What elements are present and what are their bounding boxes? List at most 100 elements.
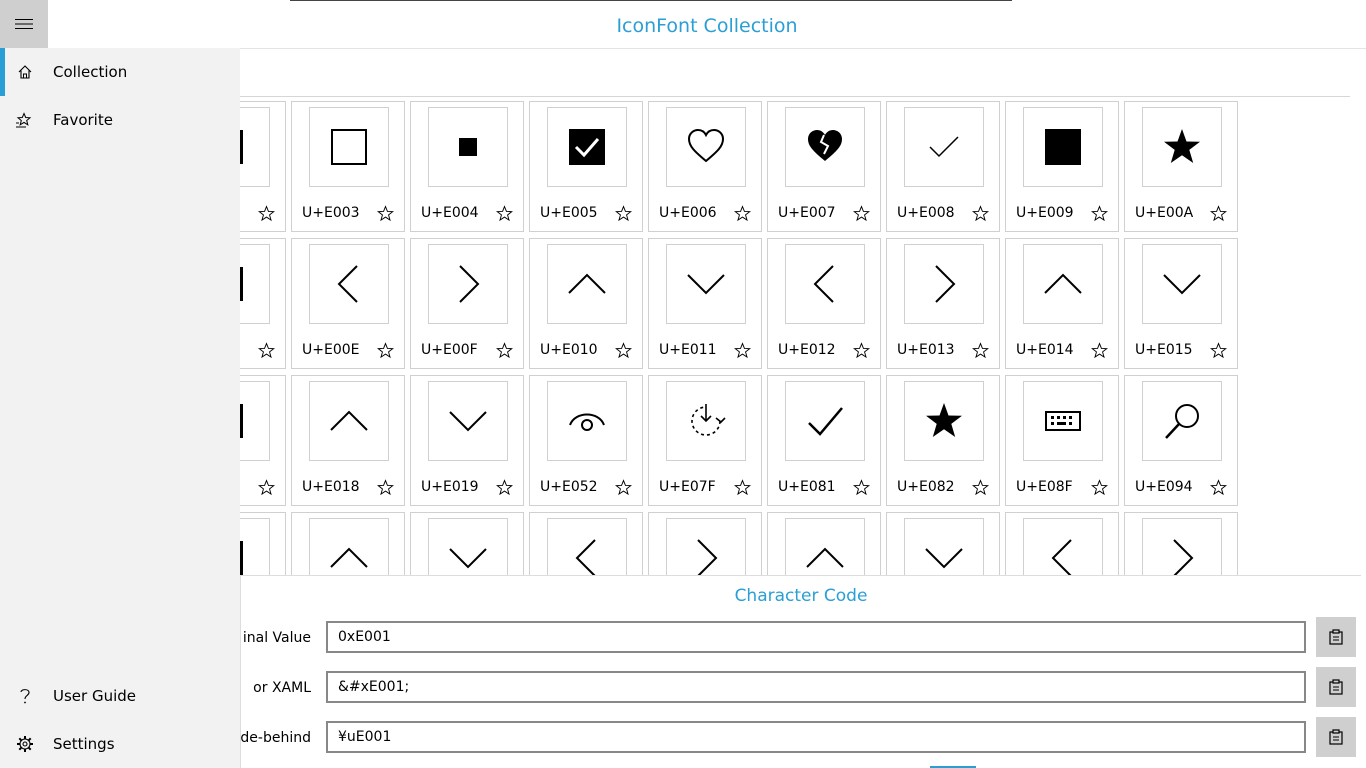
- favorite-star-icon[interactable]: [374, 202, 396, 224]
- favorite-star-icon[interactable]: [969, 476, 991, 498]
- glyph-preview: [547, 107, 627, 187]
- favorite-star-icon[interactable]: [493, 339, 515, 361]
- favorite-star-icon[interactable]: [374, 339, 396, 361]
- icon-tile[interactable]: U+E009: [1005, 101, 1119, 232]
- icon-tile[interactable]: U+E011: [648, 238, 762, 369]
- favorite-star-icon[interactable]: [255, 476, 277, 498]
- original-value-field[interactable]: 0xE001: [326, 621, 1306, 653]
- hamburger-button[interactable]: [0, 0, 48, 48]
- char-code-label: U+E007: [778, 205, 836, 221]
- icon-tile[interactable]: U+E003: [291, 101, 405, 232]
- char-code-label: U+E015: [1135, 342, 1193, 358]
- glyph-preview: [904, 381, 984, 461]
- nav-item-settings[interactable]: Settings: [0, 720, 240, 768]
- icon-tile[interactable]: U+E082: [886, 375, 1000, 506]
- icon-tile[interactable]: U+E014: [1005, 238, 1119, 369]
- copy-code-behind-button[interactable]: [1316, 717, 1356, 757]
- char-code-label: U+E018: [302, 479, 360, 495]
- icon-tile[interactable]: U+E012: [767, 238, 881, 369]
- favorite-star-icon[interactable]: [612, 339, 634, 361]
- icon-tile[interactable]: U+E006: [648, 101, 762, 232]
- nav-item-favorite[interactable]: Favorite: [0, 96, 240, 144]
- icon-tile[interactable]: U+E019: [410, 375, 524, 506]
- favorite-star-icon[interactable]: [850, 476, 872, 498]
- favorite-star-icon[interactable]: [850, 339, 872, 361]
- char-code-label: U+E082: [897, 479, 955, 495]
- icon-tile[interactable]: U+E081: [767, 375, 881, 506]
- chevron-up-icon: [330, 410, 368, 431]
- favorite-star-icon[interactable]: [612, 202, 634, 224]
- favorite-star-icon[interactable]: [1088, 202, 1110, 224]
- chevron-right-icon: [1173, 539, 1194, 577]
- glyph-preview: [428, 381, 508, 461]
- chevron-down-icon: [449, 548, 487, 569]
- char-code-label: U+E08F: [1016, 479, 1073, 495]
- favorite-star-icon[interactable]: [850, 202, 872, 224]
- char-code-label: U+E005: [540, 205, 598, 221]
- favorite-star-icon[interactable]: [731, 202, 753, 224]
- nav-item-collection[interactable]: Collection: [0, 48, 240, 96]
- glyph-preview: [785, 244, 865, 324]
- icon-tile[interactable]: U+E008: [886, 101, 1000, 232]
- icon-tile[interactable]: U+E052: [529, 375, 643, 506]
- icon-tile[interactable]: U+E00A: [1124, 101, 1238, 232]
- favorite-star-icon[interactable]: [374, 476, 396, 498]
- icon-tile[interactable]: [240, 101, 286, 232]
- chevron-left-icon: [813, 265, 834, 303]
- favorite-star-icon[interactable]: [731, 339, 753, 361]
- icon-tile[interactable]: U+E08F: [1005, 375, 1119, 506]
- icon-tile[interactable]: U+E07F: [648, 375, 762, 506]
- small-square-icon: [459, 138, 477, 156]
- favorite-star-icon[interactable]: [969, 202, 991, 224]
- glyph-preview: [428, 107, 508, 187]
- icon-tile[interactable]: U+E010: [529, 238, 643, 369]
- char-code-label: U+E008: [897, 205, 955, 221]
- icon-tile[interactable]: [240, 375, 286, 506]
- favorite-star-icon[interactable]: [1088, 476, 1110, 498]
- xaml-field[interactable]: &#xE001;: [326, 671, 1306, 703]
- favorite-star-icon[interactable]: [731, 476, 753, 498]
- icon-tile[interactable]: U+E007: [767, 101, 881, 232]
- char-code-label: U+E07F: [659, 479, 716, 495]
- icon-tile[interactable]: U+E015: [1124, 238, 1238, 369]
- icon-tile[interactable]: U+E094: [1124, 375, 1238, 506]
- char-code-label: U+E009: [1016, 205, 1074, 221]
- icon-tile[interactable]: U+E005: [529, 101, 643, 232]
- glyph-preview: [547, 381, 627, 461]
- question-icon: [15, 686, 35, 706]
- content-divider: [240, 96, 1350, 97]
- icon-tile[interactable]: U+E013: [886, 238, 1000, 369]
- favorite-star-icon[interactable]: [969, 339, 991, 361]
- clipboard-icon: [1329, 629, 1343, 645]
- glyph-preview: [240, 244, 270, 324]
- chevron-down-icon: [449, 411, 487, 432]
- clipboard-icon: [1329, 679, 1343, 695]
- favorite-star-icon[interactable]: [493, 202, 515, 224]
- code-behind-field[interactable]: ¥uE001: [326, 721, 1306, 753]
- char-code-label: U+E019: [421, 479, 479, 495]
- nav-item-label: User Guide: [53, 687, 137, 705]
- favorite-star-icon[interactable]: [255, 202, 277, 224]
- char-code-label: U+E00A: [1135, 205, 1194, 221]
- nav-item-user-guide[interactable]: User Guide: [0, 672, 240, 720]
- icon-tile[interactable]: U+E00F: [410, 238, 524, 369]
- favorite-star-icon[interactable]: [493, 476, 515, 498]
- char-code-label: U+E004: [421, 205, 479, 221]
- partial-icon: [240, 541, 243, 575]
- favorite-star-icon[interactable]: [1207, 476, 1229, 498]
- favorite-star-icon[interactable]: [1207, 339, 1229, 361]
- favorite-star-icon[interactable]: [255, 339, 277, 361]
- copy-xaml-button[interactable]: [1316, 667, 1356, 707]
- icon-tile[interactable]: U+E004: [410, 101, 524, 232]
- glyph-preview: [1023, 107, 1103, 187]
- check-large-icon: [808, 407, 843, 436]
- glyph-preview: [785, 381, 865, 461]
- favorite-star-icon[interactable]: [1207, 202, 1229, 224]
- copy-original-button[interactable]: [1316, 617, 1356, 657]
- icon-tile[interactable]: U+E00E: [291, 238, 405, 369]
- favorite-star-icon[interactable]: [1088, 339, 1110, 361]
- favorite-star-icon[interactable]: [612, 476, 634, 498]
- chevron-right-icon: [697, 539, 718, 577]
- icon-tile[interactable]: U+E018: [291, 375, 405, 506]
- icon-tile[interactable]: [240, 238, 286, 369]
